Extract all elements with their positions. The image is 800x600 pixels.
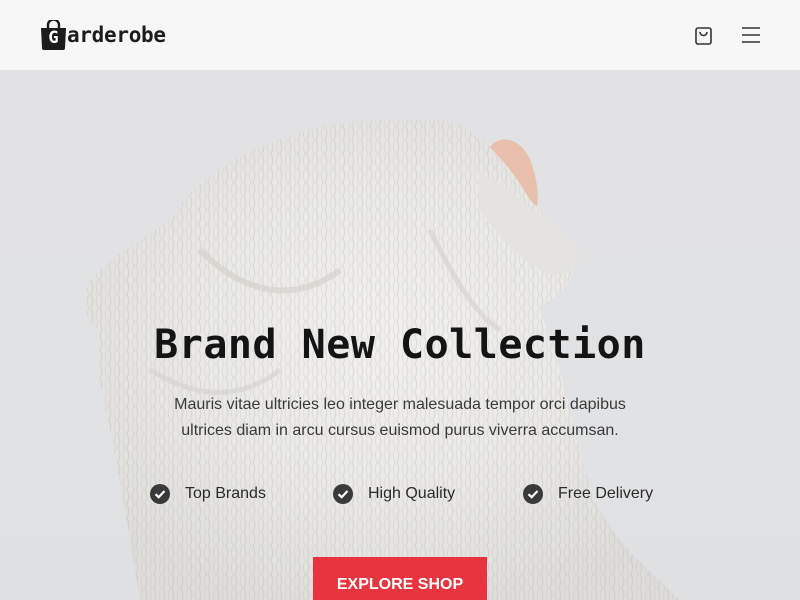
feature-label: High Quality xyxy=(368,485,456,502)
explore-shop-button[interactable]: EXPLORE SHOP xyxy=(313,557,487,600)
feature-item-top-brands: Top Brands xyxy=(150,482,266,506)
brand-name: arderobe xyxy=(67,23,166,47)
logo-letter: G xyxy=(48,28,59,48)
shopping-bag-logo-icon: G xyxy=(40,20,67,50)
brand-logo[interactable]: G arderobe xyxy=(40,20,166,50)
feature-label: Top Brands xyxy=(185,485,266,502)
check-circle-icon xyxy=(333,484,353,504)
menu-button[interactable] xyxy=(740,26,762,44)
navbar: G arderobe xyxy=(0,0,800,70)
cart-button[interactable] xyxy=(693,25,715,47)
feature-item-free-delivery: Free Delivery xyxy=(523,482,653,506)
hero-section: Brand New Collection Mauris vitae ultric… xyxy=(0,70,800,600)
check-circle-icon xyxy=(150,484,170,504)
shopping-bag-icon xyxy=(695,27,712,45)
feature-item-high-quality: High Quality xyxy=(333,482,455,506)
feature-label: Free Delivery xyxy=(558,485,654,502)
feature-list: Top Brands High Quality Free Delivery xyxy=(0,482,800,506)
hero-title: Brand New Collection xyxy=(154,322,646,368)
hero-subtitle: Mauris vitae ultricies leo integer males… xyxy=(174,396,626,439)
check-circle-icon xyxy=(523,484,543,504)
hamburger-menu-icon xyxy=(742,27,760,43)
